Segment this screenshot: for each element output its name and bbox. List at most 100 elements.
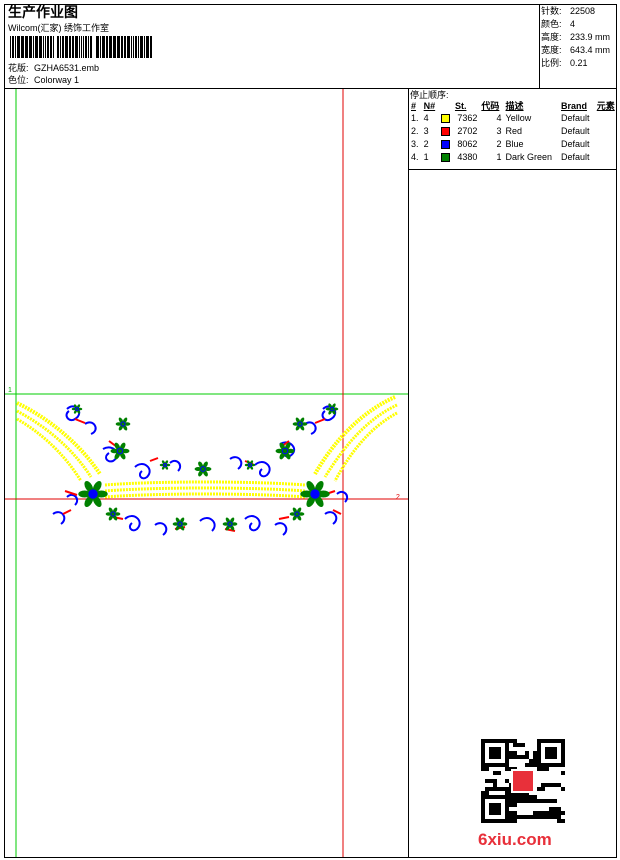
qr-module (505, 767, 509, 771)
qr-module (529, 795, 533, 799)
row-elem (595, 138, 619, 151)
qr-module (493, 771, 497, 775)
qr-module (509, 751, 513, 755)
row-stitches: 7362 (457, 113, 478, 123)
col-brand: Brand (561, 101, 588, 111)
stop-sequence-title: 停止顺序: (410, 90, 449, 100)
design-label: 花版: (8, 63, 29, 73)
flower-center (163, 463, 167, 467)
qr-module (549, 783, 553, 787)
stat-label: 宽度: (541, 45, 562, 55)
qr-module (509, 811, 513, 815)
colorway-label: 色位: (8, 75, 29, 85)
flower-center (75, 407, 79, 411)
flower-center (227, 521, 233, 527)
qr-module (561, 811, 565, 815)
flower-center (281, 447, 289, 455)
barcode-bar (138, 36, 139, 58)
row-brand: Default (561, 126, 590, 136)
row-needle: 1 (423, 152, 429, 162)
qr-module (481, 767, 485, 771)
stat-label: 颜色: (541, 19, 562, 29)
qr-module (509, 815, 513, 819)
barcode-bar (106, 36, 108, 58)
barcode-bar (21, 36, 24, 58)
qr-module (537, 787, 541, 791)
barcode-bar (47, 36, 49, 58)
qr-module (521, 799, 525, 803)
stat-label: 针数: (541, 6, 562, 16)
qr-module (513, 815, 517, 819)
qr-module (541, 767, 545, 771)
qr-module (541, 811, 545, 815)
col-swatch (439, 101, 453, 112)
row-stitches: 8062 (457, 139, 478, 149)
barcode-bar (35, 36, 38, 58)
swatch-box (440, 114, 450, 124)
stat-value: 233.9 mm (570, 32, 611, 42)
stop-sequence-table: # N# St. 代码 描述 Brand 元素 1. 4 7362 4 Yellow De… (409, 101, 619, 164)
qr-module (485, 767, 489, 771)
qr-module (489, 779, 493, 783)
qr-module (521, 743, 525, 747)
barcode-bar (45, 36, 46, 58)
flower-center (88, 489, 98, 499)
barcode-bar (96, 36, 99, 58)
barcode-bar (121, 36, 123, 58)
row-elem (595, 112, 619, 125)
flower-center (120, 421, 126, 427)
qr-module (513, 751, 517, 755)
qr-module (481, 791, 485, 795)
barcode-bar (29, 36, 32, 58)
qr-module (513, 819, 517, 823)
barcode-bar (144, 36, 145, 58)
colorway-value: Colorway 1 (34, 75, 80, 85)
table-row: 1. 4 7362 4 Yellow Default (409, 112, 619, 125)
barcode-bar (72, 36, 74, 58)
qr-module (513, 795, 517, 799)
qr-module (561, 771, 565, 775)
qr-module (537, 799, 541, 803)
stat-label: 比例: (541, 58, 562, 68)
barcode-bar (88, 36, 89, 58)
qr-module (549, 807, 553, 811)
col-elem: 元素 (596, 101, 615, 111)
table-row: 2. 3 2702 3 Red Default (409, 125, 619, 138)
qr-module (549, 811, 553, 815)
qr-module (533, 763, 537, 767)
yellow-bands (16, 395, 398, 499)
stat-label: 高度: (541, 32, 562, 42)
qr-module (553, 815, 557, 819)
barcode-bar (17, 36, 20, 58)
barcode-bar (83, 36, 84, 58)
barcode-bar (57, 36, 59, 58)
color-swatch (439, 138, 453, 151)
flower-center (294, 511, 300, 517)
row-desc: Blue (505, 139, 524, 149)
company-name: Wilcom(汇家) 绣饰工作室 (8, 23, 109, 33)
barcode-bar (131, 36, 132, 58)
qr-module (557, 811, 561, 815)
barcode-bar (60, 36, 61, 58)
color-swatch (439, 112, 453, 125)
qr-module (561, 819, 565, 823)
stat-value: 22508 (570, 6, 596, 16)
qr-module (533, 799, 537, 803)
col-n: N# (423, 101, 436, 111)
barcode-bar (62, 36, 64, 58)
barcode-bar (90, 36, 92, 58)
swatch-box (440, 140, 450, 150)
barcode-bar (39, 36, 42, 58)
qr-module (493, 787, 497, 791)
col-num: # (411, 101, 417, 111)
qr-module (533, 815, 537, 819)
row-brand: Default (561, 139, 590, 149)
flower-center (297, 421, 303, 427)
qr-module (533, 751, 537, 755)
col-desc: 描述 (505, 101, 524, 111)
row-num: 3. (411, 139, 419, 149)
barcode-bar (102, 36, 105, 58)
row-stitches: 4380 (457, 152, 478, 162)
qr-module (517, 815, 521, 819)
barcode-bar (117, 36, 120, 58)
